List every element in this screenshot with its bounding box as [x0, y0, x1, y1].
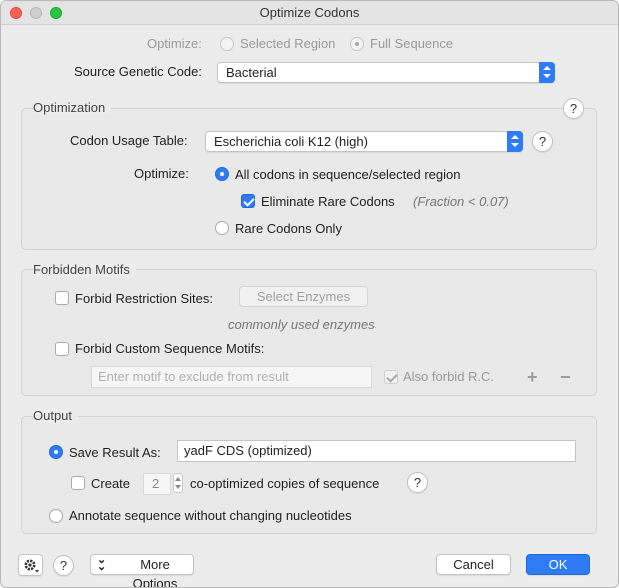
optimization-group-title: Optimization	[33, 100, 112, 115]
codon-usage-table-label: Codon Usage Table:	[70, 133, 188, 148]
forbid-restriction-sites-label: Forbid Restriction Sites:	[75, 291, 213, 306]
title-bar: Optimize Codons	[1, 1, 618, 25]
source-genetic-code-label: Source Genetic Code:	[74, 64, 202, 79]
copies-count-input[interactable]: 2	[143, 473, 171, 495]
annotate-radio[interactable]	[49, 509, 63, 523]
more-options-label: More Options	[132, 557, 178, 588]
create-copies-checkbox[interactable]	[71, 476, 85, 490]
all-codons-radio[interactable]	[215, 167, 229, 181]
optimization-help-button[interactable]: ?	[563, 98, 584, 119]
rare-codons-only-radio[interactable]	[215, 221, 229, 235]
selected-region-label: Selected Region	[240, 36, 336, 51]
forbidden-motifs-group-title: Forbidden Motifs	[33, 262, 136, 277]
copies-help-button[interactable]: ?	[407, 472, 428, 493]
source-genetic-code-popup[interactable]: Bacterial	[217, 62, 555, 83]
chevron-updown-icon	[507, 131, 523, 152]
add-motif-icon[interactable]: +	[527, 368, 538, 386]
also-forbid-rc-checkbox[interactable]	[384, 370, 398, 384]
codon-usage-table-popup[interactable]: Escherichia coli K12 (high)	[205, 131, 523, 152]
ok-button[interactable]: OK	[526, 554, 590, 575]
motif-input[interactable]: Enter motif to exclude from result	[91, 366, 372, 388]
all-codons-label: All codons in sequence/selected region	[235, 167, 461, 182]
double-chevron-down-icon: ⌄ ⌄	[97, 554, 107, 573]
select-enzymes-button[interactable]: Select Enzymes	[239, 286, 368, 307]
eliminate-rare-codons-label: Eliminate Rare Codons	[261, 194, 395, 209]
optimize-mode-label: Optimize:	[134, 166, 189, 181]
also-forbid-rc-label: Also forbid R.C.	[403, 369, 495, 384]
more-options-button[interactable]: ⌄ ⌄ More Options	[90, 554, 194, 587]
forbid-restriction-sites-checkbox[interactable]	[55, 291, 69, 305]
optimize-scope-label: Optimize:	[147, 36, 202, 51]
window-title: Optimize Codons	[259, 5, 360, 20]
forbid-custom-motifs-checkbox[interactable]	[55, 342, 69, 356]
gear-icon	[24, 559, 39, 573]
forbid-custom-motifs-label: Forbid Custom Sequence Motifs:	[75, 341, 265, 356]
rare-codons-only-label: Rare Codons Only	[235, 221, 342, 236]
dialog-help-button[interactable]: ?	[53, 555, 74, 576]
result-name-input[interactable]: yadF CDS (optimized)	[177, 440, 576, 462]
save-result-as-radio[interactable]	[49, 445, 63, 459]
optimize-codons-dialog: Optimize Codons Optimize: Selected Regio…	[0, 0, 619, 588]
full-sequence-radio[interactable]	[350, 37, 364, 51]
codon-usage-help-button[interactable]: ?	[532, 131, 553, 152]
enzymes-note: commonly used enzymes	[228, 317, 375, 332]
create-copies-label: Create	[91, 476, 131, 491]
source-genetic-code-value: Bacterial	[226, 65, 277, 80]
annotate-label: Annotate sequence without changing nucle…	[69, 508, 352, 523]
save-result-as-label: Save Result As:	[69, 445, 161, 460]
chevron-updown-icon	[539, 62, 555, 83]
cancel-button[interactable]: Cancel	[436, 554, 511, 575]
selected-region-radio[interactable]	[220, 37, 234, 51]
eliminate-rare-codons-checkbox[interactable]	[241, 194, 255, 208]
remove-motif-icon[interactable]: −	[560, 368, 571, 386]
codon-usage-table-value: Escherichia coli K12 (high)	[214, 134, 368, 149]
settings-menu-button[interactable]	[18, 554, 43, 576]
copies-label: co-optimized copies of sequence	[190, 476, 380, 491]
copies-stepper[interactable]	[173, 473, 183, 493]
output-group-title: Output	[33, 408, 79, 423]
rare-fraction-note: (Fraction < 0.07)	[413, 194, 509, 209]
full-sequence-label: Full Sequence	[370, 36, 454, 51]
